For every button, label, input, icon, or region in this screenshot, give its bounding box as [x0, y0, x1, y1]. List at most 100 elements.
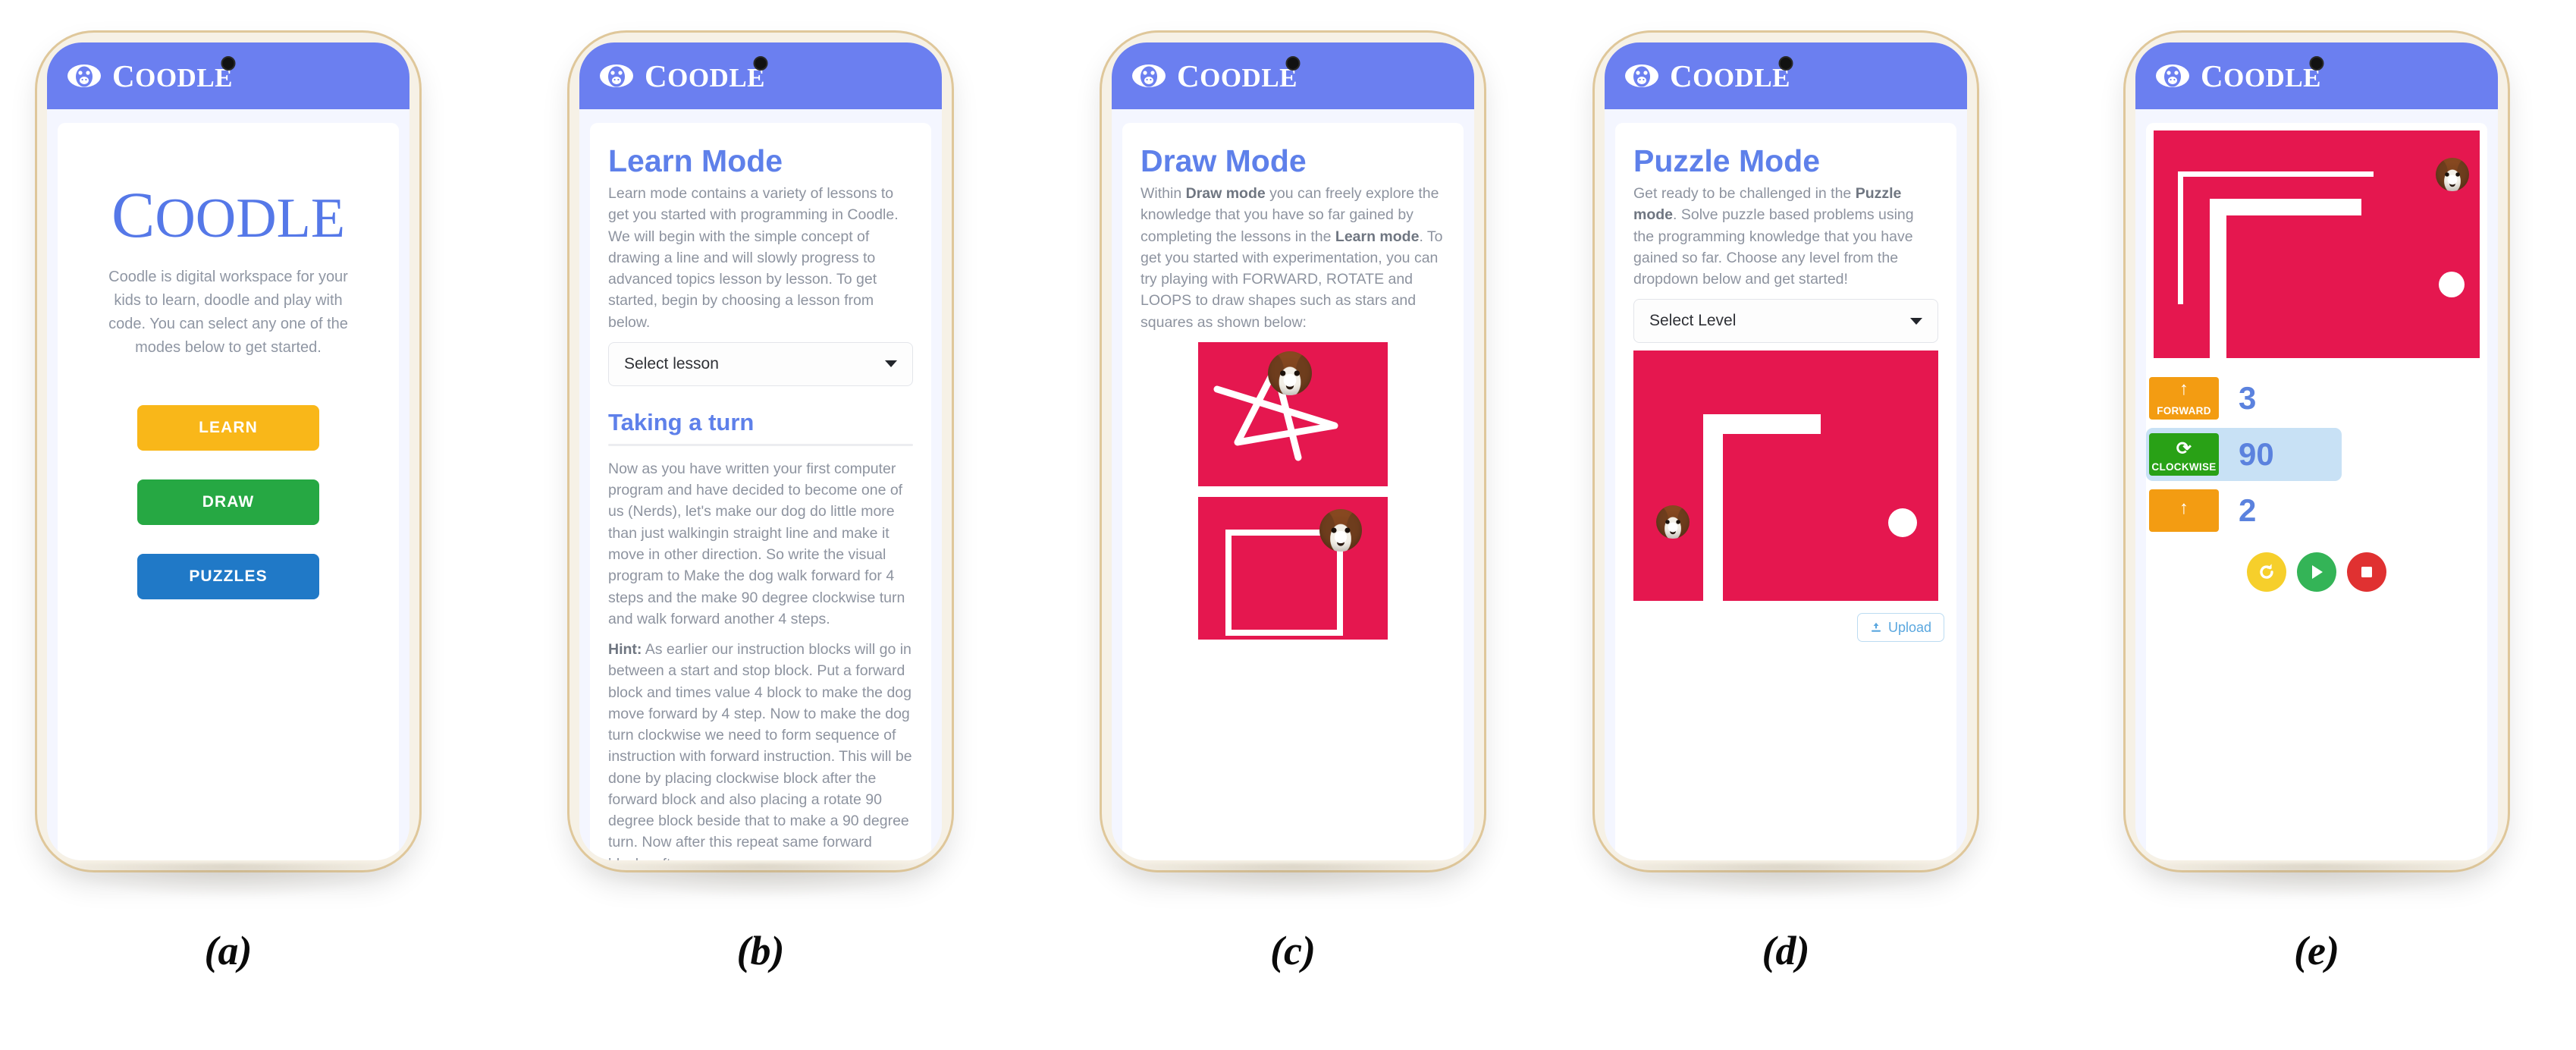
phone-shadow [2137, 863, 2496, 898]
forward-block[interactable]: ↑ FORWARD [2149, 377, 2219, 420]
program-blocks: ↑ FORWARD 3 ⟳ CLOCKWISE 90 ↑ 2 [2146, 367, 2487, 539]
phone-mockup-d: COODLE Puzzle Mode Get ready to be chall… [1592, 30, 1979, 898]
page-body: Draw Mode Within Draw mode you can freel… [1112, 109, 1474, 860]
path-segment-left [2178, 171, 2183, 304]
monkey-face-icon [2156, 64, 2189, 87]
run-button[interactable] [2297, 552, 2336, 592]
front-camera-icon [1778, 56, 1793, 71]
upload-label: Upload [1887, 619, 1931, 635]
play-icon [2312, 565, 2323, 579]
brand-name: COODLE [1670, 58, 1791, 93]
learn-card: Learn Mode Learn mode contains a variety… [590, 123, 931, 860]
arrow-up-icon: ↑ [2179, 379, 2189, 399]
level-select-value: Select Level [1649, 312, 1737, 330]
monkey-face-icon [67, 64, 101, 87]
level-select[interactable]: Select Level [1633, 299, 1938, 344]
goal-marker [2439, 272, 2465, 297]
draw-mode-button[interactable]: DRAW [137, 479, 319, 525]
phone-mockup-e: COODLE ↑ FORWARD 3 ⟳ CLOCKWISE 90 ↑ 2 [2123, 30, 2510, 898]
phone-shadow [49, 863, 408, 898]
phone-screen-c: COODLE Draw Mode Within Draw mode you ca… [1112, 42, 1474, 860]
upload-icon [1871, 622, 1881, 632]
square-edge-bottom [1225, 629, 1343, 636]
hint-body: As earlier our instruction blocks will g… [608, 641, 912, 860]
brand-name: COODLE [1177, 58, 1298, 93]
app-header: COODLE [1605, 42, 1967, 109]
phone-screen-b: COODLE Learn Mode Learn mode contains a … [579, 42, 942, 860]
puzzle-desc-part-0: Get ready to be challenged in the [1633, 185, 1856, 203]
reset-button[interactable] [2247, 552, 2286, 592]
forward-block-label: FORWARD [2157, 405, 2211, 417]
monkey-face-icon [1625, 64, 1658, 87]
brand-name: COODLE [2201, 58, 2322, 93]
phone-mockup-b: COODLE Learn Mode Learn mode contains a … [567, 30, 954, 898]
block-row[interactable]: ↑ 2 [2146, 483, 2487, 539]
draw-canvas-star[interactable] [1198, 341, 1388, 486]
puzzles-mode-button[interactable]: PUZZLES [137, 554, 319, 599]
brand-name: COODLE [645, 58, 766, 93]
page-title: COODLE [111, 178, 346, 251]
draw-description: Within Draw mode you can freely explore … [1141, 183, 1445, 333]
clockwise-block-label: CLOCKWISE [2151, 461, 2217, 473]
caption-b: (b) [736, 928, 785, 973]
caption-a: (a) [204, 928, 253, 973]
path-segment-top [2178, 171, 2374, 177]
lesson-title: Taking a turn [608, 408, 755, 435]
chevron-down-icon [885, 360, 897, 368]
app-header: COODLE [47, 42, 409, 109]
run-card: ↑ FORWARD 3 ⟳ CLOCKWISE 90 ↑ 2 [2146, 123, 2487, 860]
run-canvas[interactable] [2154, 130, 2480, 358]
draw-canvas-square[interactable] [1198, 496, 1388, 640]
maze-wall-vertical [1703, 414, 1723, 601]
dog-avatar-icon [1268, 351, 1312, 395]
dog-avatar-icon [2436, 158, 2469, 191]
phone-mockup-c: COODLE Draw Mode Within Draw mode you ca… [1100, 30, 1486, 898]
phone-shadow [1606, 863, 1966, 898]
rotate-clockwise-icon: ⟳ [2176, 439, 2192, 459]
lesson-body: Now as you have written your first compu… [608, 460, 905, 627]
learn-description: Learn mode contains a variety of lessons… [608, 185, 899, 331]
monkey-face-icon [1132, 64, 1166, 87]
phone-shadow [581, 863, 940, 898]
maze-wall-top [2210, 199, 2361, 215]
front-camera-icon [753, 56, 768, 71]
divider [608, 443, 913, 446]
dog-avatar-icon [1319, 508, 1362, 552]
home-card: COODLE Coodle is digital workspace for y… [58, 123, 399, 860]
chevron-down-icon [1910, 317, 1922, 325]
mode-button-group: LEARN DRAW PUZZLES [137, 405, 319, 599]
draw-desc-part-0: Within [1141, 185, 1186, 203]
clockwise-block[interactable]: ⟳ CLOCKWISE [2149, 433, 2219, 476]
page-title: Draw Mode [1141, 143, 1307, 178]
hint-label: Hint: [608, 641, 642, 659]
stop-button[interactable] [2347, 552, 2386, 592]
puzzle-canvas[interactable] [1633, 351, 1938, 601]
goal-marker [1888, 508, 1917, 537]
page-title: Learn Mode [608, 143, 783, 178]
phone-shadow [1113, 863, 1473, 898]
page-body: COODLE Coodle is digital workspace for y… [47, 109, 409, 860]
draw-desc-part-3: Learn mode [1335, 228, 1420, 245]
learn-mode-button[interactable]: LEARN [137, 405, 319, 451]
lesson-select[interactable]: Select lesson [608, 341, 913, 386]
home-description: Coodle is digital workspace for your kid… [108, 269, 348, 356]
draw-card: Draw Mode Within Draw mode you can freel… [1122, 123, 1464, 860]
run-controls [2146, 552, 2487, 592]
forward-block-2[interactable]: ↑ [2149, 489, 2219, 532]
refresh-icon [2260, 564, 2273, 579]
upload-button[interactable]: Upload [1856, 613, 1944, 642]
page-body: ↑ FORWARD 3 ⟳ CLOCKWISE 90 ↑ 2 [2135, 109, 2498, 860]
puzzle-desc-part-2: . Solve puzzle based problems using the … [1633, 206, 1914, 288]
page-title: Puzzle Mode [1633, 143, 1821, 178]
app-header: COODLE [1112, 42, 1474, 109]
block-row[interactable]: ↑ FORWARD 3 [2146, 370, 2487, 426]
draw-desc-part-1: Draw mode [1185, 185, 1266, 203]
front-camera-icon [2309, 56, 2324, 71]
forward-block-2-value: 2 [2239, 492, 2257, 528]
app-header: COODLE [2135, 42, 2498, 109]
page-body: Puzzle Mode Get ready to be challenged i… [1605, 109, 1967, 860]
block-row[interactable]: ⟳ CLOCKWISE 90 [2146, 426, 2487, 483]
maze-wall-vertical [2210, 199, 2226, 358]
stop-icon [2361, 567, 2372, 577]
monkey-face-icon [600, 64, 633, 87]
